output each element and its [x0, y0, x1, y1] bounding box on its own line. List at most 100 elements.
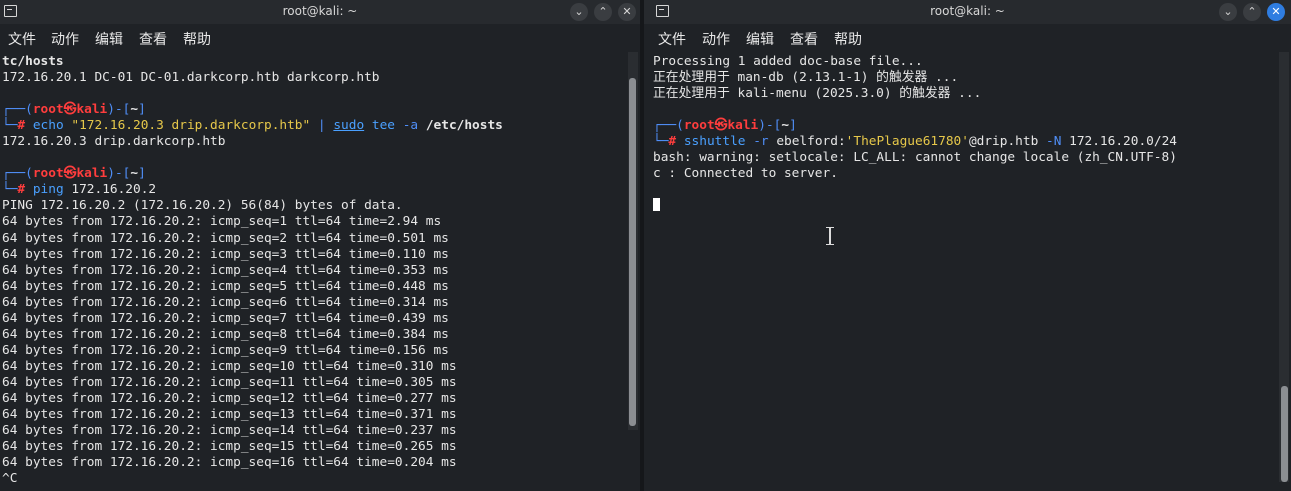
terminal-window-left[interactable]: root@kali: ~ ⌄ ⌃ ✕ 文件 动作 编辑 查看 帮助 tc/hos… — [0, 0, 640, 491]
terminal-line: └─# sshuttle -r ebelford:'ThePlague61780… — [653, 134, 1273, 150]
terminal-text: 'ThePlague61780' — [845, 134, 969, 150]
terminal-text: 172.16.20.2 — [71, 182, 157, 198]
terminal-text: 正在处理用于 man-db (2.13.1-1) 的触发器 ... — [653, 70, 959, 86]
terminal-text: └─ — [2, 118, 18, 134]
menu-file[interactable]: 文件 — [658, 29, 686, 49]
terminal-text: root㉿kali — [32, 166, 108, 182]
terminal-text: Processing 1 added doc-base file... — [653, 54, 923, 69]
terminal-text: /etc/hosts — [418, 118, 503, 134]
terminal-text: 64 bytes from 172.16.20.2: icmp_seq=16 t… — [2, 455, 457, 471]
menu-file[interactable]: 文件 — [8, 29, 36, 49]
maximize-icon[interactable]: ⌃ — [594, 3, 612, 21]
terminal-text: # — [17, 182, 26, 198]
close-icon[interactable]: ✕ — [1267, 3, 1285, 21]
terminal-text: 172.16.20.3 drip.darkcorp.htb — [2, 134, 226, 150]
menu-edit[interactable]: 编辑 — [95, 29, 123, 49]
terminal-line: └─# echo "172.16.20.3 drip.darkcorp.htb"… — [2, 118, 622, 134]
terminal-text: 64 bytes from 172.16.20.2: icmp_seq=6 tt… — [2, 294, 449, 310]
maximize-icon[interactable]: ⌃ — [1243, 3, 1261, 21]
terminal-text: sudo — [333, 118, 365, 134]
terminal-line: 172.16.20.1 DC-01 DC-01.darkcorp.htb dar… — [2, 70, 622, 86]
menu-help[interactable]: 帮助 — [183, 29, 211, 49]
terminal-text: 正在处理用于 kali-menu (2025.3.0) 的触发器 ... — [653, 86, 982, 102]
titlebar-right[interactable]: root@kali: ~ ⌄ ⌃ ✕ — [644, 0, 1291, 24]
window-title: root@kali: ~ — [930, 4, 1005, 18]
terminal-line: 64 bytes from 172.16.20.2: icmp_seq=6 tt… — [2, 295, 622, 311]
menubar-right: 文件 动作 编辑 查看 帮助 — [644, 24, 1291, 50]
terminal-text: 64 bytes from 172.16.20.2: icmp_seq=8 tt… — [2, 326, 449, 342]
terminal-text: ] — [138, 102, 146, 118]
terminal-text: PING 172.16.20.2 (172.16.20.2) 56(84) by… — [2, 198, 403, 214]
scrollbar-thumb[interactable] — [629, 78, 636, 426]
terminal-text: )-[ — [107, 166, 131, 182]
terminal-text: ┌──( — [653, 118, 684, 134]
terminal-line: c : Connected to server. — [653, 166, 1273, 182]
minimize-icon[interactable]: ⌄ — [1219, 3, 1237, 21]
close-icon[interactable]: ✕ — [618, 3, 636, 21]
terminal-text: 64 bytes from 172.16.20.2: icmp_seq=14 t… — [2, 423, 457, 439]
terminal-line: 64 bytes from 172.16.20.2: icmp_seq=8 tt… — [2, 327, 622, 343]
titlebar-left[interactable]: root@kali: ~ ⌄ ⌃ ✕ — [0, 0, 640, 24]
terminal-output: tc/hosts 172.16.20.1 DC-01 DC-01.darkcorp… — [2, 54, 622, 487]
terminal-text: -r — [753, 134, 769, 150]
terminal-text: 64 bytes from 172.16.20.2: icmp_seq=15 t… — [2, 439, 457, 455]
menu-help[interactable]: 帮助 — [834, 29, 862, 49]
minimize-icon[interactable]: ⌄ — [570, 3, 588, 21]
terminal-text: tc/hosts — [2, 54, 64, 69]
terminal-window-right[interactable]: root@kali: ~ ⌄ ⌃ ✕ 文件 动作 编辑 查看 帮助 Proces… — [644, 0, 1291, 491]
terminal-line: 64 bytes from 172.16.20.2: icmp_seq=1 tt… — [2, 214, 622, 230]
window-title: root@kali: ~ — [282, 4, 358, 18]
terminal-body-left[interactable]: tc/hosts 172.16.20.1 DC-01 DC-01.darkcorp… — [2, 50, 622, 491]
terminal-text: ] — [789, 118, 797, 134]
terminal-line: 64 bytes from 172.16.20.2: icmp_seq=2 tt… — [2, 231, 622, 247]
terminal-line — [653, 198, 1273, 214]
terminal-line: 64 bytes from 172.16.20.2: icmp_seq=16 t… — [2, 455, 622, 471]
scrollbar-thumb[interactable] — [1281, 386, 1288, 482]
terminal-text: )-[ — [758, 118, 782, 134]
terminal-line: 64 bytes from 172.16.20.2: icmp_seq=4 tt… — [2, 263, 622, 279]
terminal-text: 64 bytes from 172.16.20.2: icmp_seq=2 tt… — [2, 230, 449, 246]
menu-edit[interactable]: 编辑 — [746, 29, 774, 49]
terminal-line: 64 bytes from 172.16.20.2: icmp_seq=5 tt… — [2, 279, 622, 295]
terminal-text: root㉿kali — [32, 102, 108, 118]
terminal-text: "172.16.20.3 drip.darkcorp.htb" — [71, 118, 311, 134]
menu-view[interactable]: 查看 — [790, 29, 818, 49]
terminal-line: ┌──(root㉿kali)-[~] — [653, 118, 1273, 134]
menu-actions[interactable]: 动作 — [51, 29, 79, 49]
terminal-text: 64 bytes from 172.16.20.2: icmp_seq=1 tt… — [2, 214, 442, 230]
terminal-line: 64 bytes from 172.16.20.2: icmp_seq=14 t… — [2, 423, 622, 439]
terminal-line: 64 bytes from 172.16.20.2: icmp_seq=3 tt… — [2, 247, 622, 263]
terminal-text: └─ — [653, 134, 669, 150]
menubar-left: 文件 动作 编辑 查看 帮助 — [0, 24, 640, 50]
terminal-text: 64 bytes from 172.16.20.2: icmp_seq=11 t… — [2, 374, 457, 390]
terminal-text: @drip.htb — [968, 134, 1046, 150]
terminal-line: 64 bytes from 172.16.20.2: icmp_seq=13 t… — [2, 407, 622, 423]
terminal-body-right[interactable]: Processing 1 added doc-base file... 正在处理用… — [653, 50, 1273, 491]
terminal-line: ^C — [2, 471, 622, 487]
terminal-text: ebelford: — [768, 134, 846, 150]
terminal-line: bash: warning: setlocale: LC_ALL: cannot… — [653, 150, 1273, 166]
menu-actions[interactable]: 动作 — [702, 29, 730, 49]
terminal-text: ┌──( — [2, 166, 33, 182]
terminal-text: ~ — [130, 166, 139, 182]
terminal-text: -N — [1045, 134, 1062, 150]
terminal-text: sshuttle — [676, 134, 754, 150]
terminal-line: 64 bytes from 172.16.20.2: icmp_seq=10 t… — [2, 359, 622, 375]
terminal-line: 172.16.20.3 drip.darkcorp.htb — [2, 134, 622, 150]
menu-view[interactable]: 查看 — [139, 29, 167, 49]
terminal-line: 正在处理用于 man-db (2.13.1-1) 的触发器 ... — [653, 70, 1273, 86]
terminal-text: 64 bytes from 172.16.20.2: icmp_seq=5 tt… — [2, 278, 449, 294]
terminal-line: ┌──(root㉿kali)-[~] — [2, 166, 622, 182]
terminal-text: ┌──( — [2, 102, 33, 118]
terminal-text: )-[ — [107, 102, 131, 118]
terminal-line: 正在处理用于 kali-menu (2025.3.0) 的触发器 ... — [653, 86, 1273, 102]
terminal-output: Processing 1 added doc-base file... 正在处理用… — [653, 54, 1273, 214]
terminal-text: 172.16.20.1 DC-01 DC-01.darkcorp.htb dar… — [2, 70, 380, 86]
terminal-line: 64 bytes from 172.16.20.2: icmp_seq=9 tt… — [2, 343, 622, 359]
terminal-text: ^C — [2, 471, 18, 487]
terminal-line: tc/hosts — [2, 54, 622, 70]
terminal-text: # — [17, 118, 26, 134]
